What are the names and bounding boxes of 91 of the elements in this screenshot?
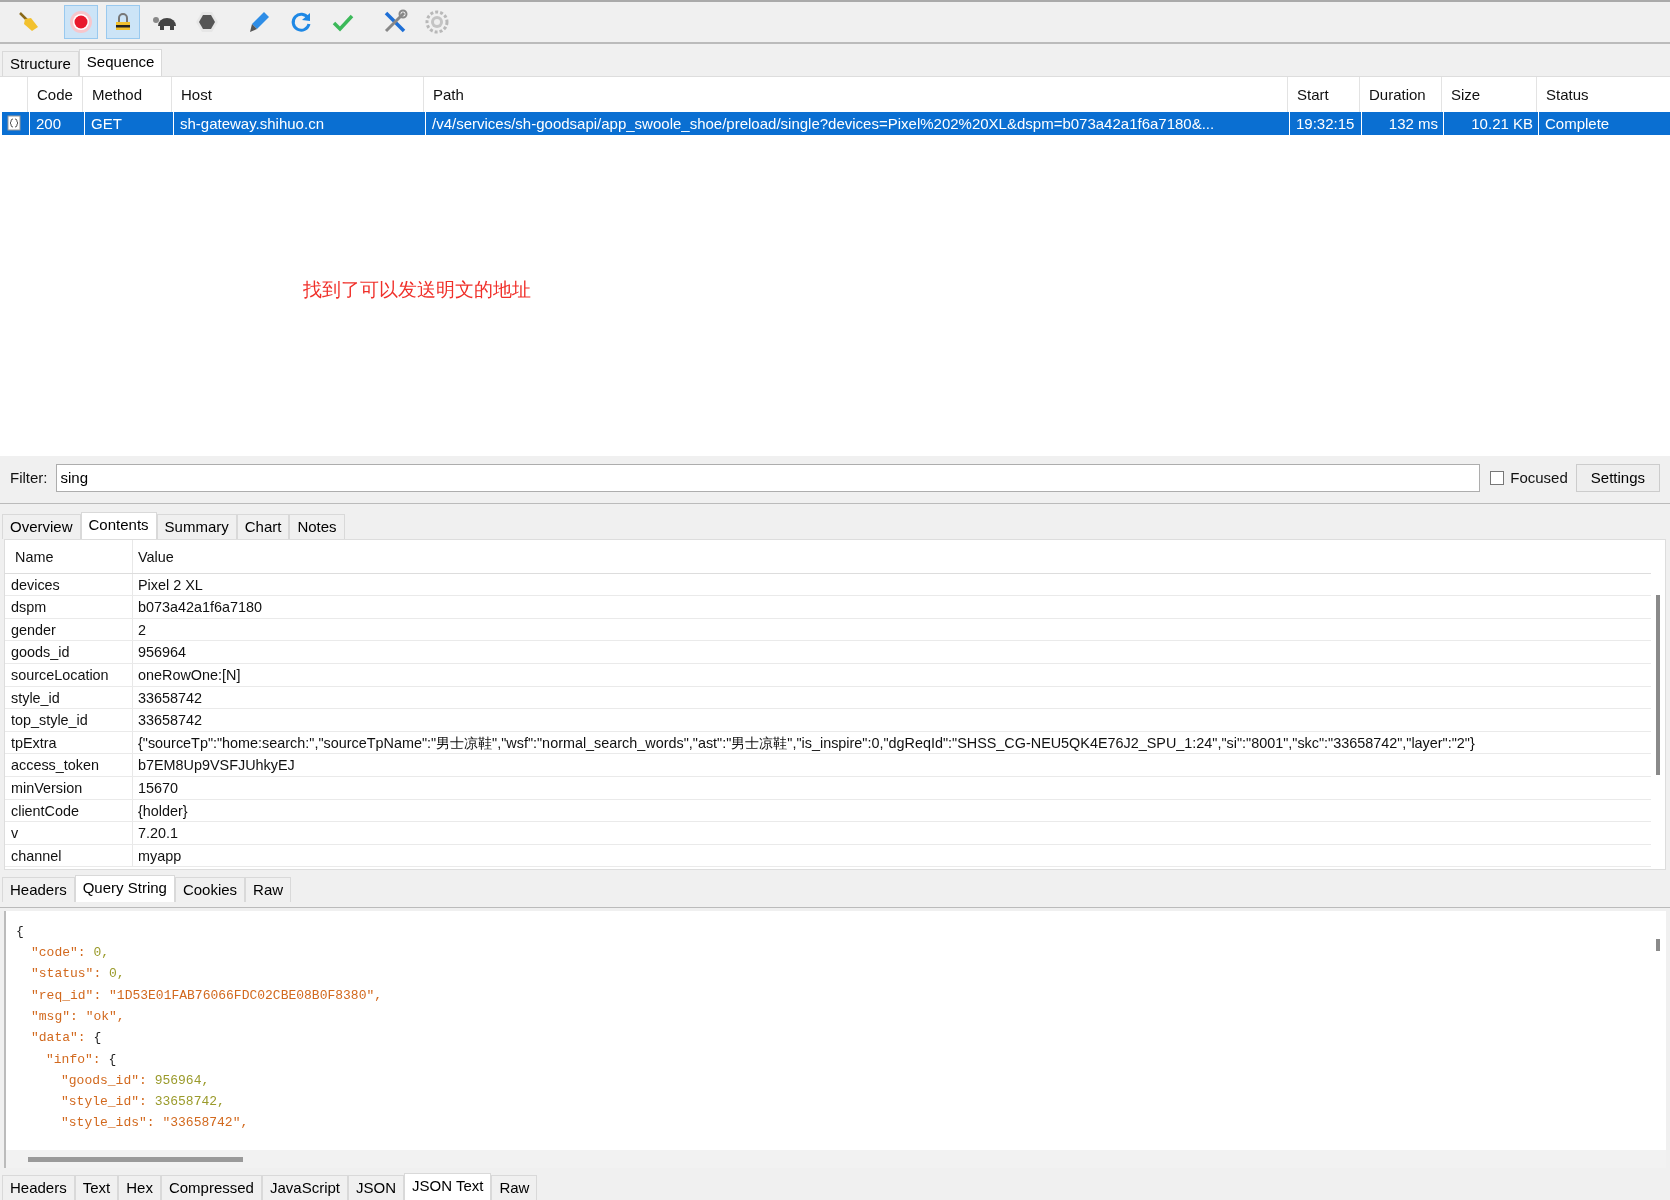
table-cell: style_id bbox=[5, 686, 133, 709]
table-cell: tpExtra bbox=[5, 731, 133, 754]
table-cell: access_token bbox=[5, 754, 133, 777]
tab[interactable]: Query String bbox=[74, 874, 175, 902]
annotation-text: 找到了可以发送明文的地址 bbox=[303, 277, 531, 302]
tab[interactable]: Compressed bbox=[160, 1175, 262, 1200]
settings-button[interactable]: Settings bbox=[1575, 463, 1660, 492]
table-cell: goods_id bbox=[5, 641, 133, 664]
table-cell: 10.21 KB bbox=[1443, 111, 1538, 135]
column-header[interactable]: Size bbox=[1441, 76, 1536, 112]
tab[interactable]: JSON Text bbox=[404, 1173, 492, 1200]
tab[interactable]: Text bbox=[74, 1175, 119, 1200]
tab[interactable]: JSON bbox=[348, 1175, 404, 1200]
table-cell: Complete bbox=[1538, 111, 1664, 135]
pen-icon bbox=[247, 9, 271, 34]
checkbox[interactable] bbox=[1490, 470, 1505, 485]
table-cell-text: 33658742 bbox=[137, 711, 203, 731]
table-cell-text: {"sourceTp":"home:search:","sourceTpName":"男士凉鞋","wsf":"normal_search_words","ast":"男士凉鞋","is_inspire":0,"dgReqId":"SHSS_CG-NEU5QK4E76J2_SPU_1:24","si":"8001","skc":"33658742","layer":"2"} bbox=[137, 733, 1475, 753]
table-cell-text: myapp bbox=[137, 846, 182, 866]
gear-icon bbox=[425, 9, 449, 34]
json-line: "data": { bbox=[31, 1029, 102, 1048]
tab[interactable]: Headers bbox=[2, 1175, 75, 1200]
tab[interactable]: Notes bbox=[289, 513, 345, 539]
table-cell: v bbox=[5, 822, 133, 844]
table-cell-text: b073a42a1f6a7180 bbox=[137, 598, 263, 618]
column-header[interactable]: Path bbox=[423, 76, 1287, 112]
tab[interactable]: Structure bbox=[2, 50, 79, 76]
json-line: "status": 0, bbox=[31, 965, 125, 984]
json-line: "goods_id": 956964, bbox=[61, 1071, 210, 1090]
table-cell-text: 7.20.1 bbox=[137, 824, 178, 844]
tab[interactable]: Overview bbox=[2, 513, 81, 539]
column-header[interactable]: Duration bbox=[1359, 76, 1441, 112]
tab[interactable]: Raw bbox=[245, 876, 292, 902]
table-cell: minVersion bbox=[5, 777, 133, 799]
stop-icon bbox=[195, 9, 219, 34]
tab[interactable]: Contents bbox=[80, 511, 157, 539]
table-cell: 19:32:15 bbox=[1289, 111, 1361, 135]
table-cell: devices bbox=[5, 573, 133, 596]
tab[interactable]: Raw bbox=[491, 1175, 538, 1200]
tab[interactable]: Headers bbox=[2, 876, 75, 902]
filter-label: Filter: bbox=[10, 469, 48, 487]
scrollbar-thumb[interactable] bbox=[1656, 594, 1660, 775]
table-cell-text: 956964 bbox=[137, 643, 187, 663]
tab[interactable]: Hex bbox=[118, 1175, 161, 1200]
json-line: "req_id": "1D53E01FAB76066FDC02CBE08B0F8380", bbox=[31, 986, 383, 1005]
column-header[interactable]: Value bbox=[133, 539, 174, 573]
table-cell: 200 bbox=[29, 111, 84, 135]
table-cell-text: Pixel 2 XL bbox=[137, 575, 203, 595]
column-header[interactable]: Start bbox=[1287, 76, 1359, 112]
table-cell-text: 2 bbox=[137, 620, 146, 640]
column-header[interactable]: Host bbox=[171, 76, 423, 112]
scrollbar-thumb[interactable] bbox=[28, 1157, 243, 1162]
table-cell: 132 ms bbox=[1361, 111, 1443, 135]
json-line: "style_id": 33658742, bbox=[61, 1093, 225, 1112]
column-header[interactable]: Method bbox=[82, 76, 171, 112]
tab[interactable]: Cookies bbox=[174, 876, 246, 902]
tab[interactable]: Chart bbox=[236, 513, 290, 539]
json-line: "msg": "ok", bbox=[31, 1007, 125, 1026]
table-cell-text: 15670 bbox=[137, 779, 179, 799]
focused-checkbox[interactable]: Focused bbox=[1490, 469, 1568, 487]
table-cell: dspm bbox=[5, 596, 133, 618]
column-header[interactable]: Name bbox=[5, 539, 133, 573]
table-cell: GET bbox=[84, 111, 173, 135]
table-cell: gender bbox=[5, 618, 133, 641]
table-cell-text: 33658742 bbox=[137, 688, 203, 708]
record-icon bbox=[69, 9, 93, 34]
table-cell: top_style_id bbox=[5, 709, 133, 731]
table-cell: /v4/services/sh-goodsapi/app_swoole_shoe/preload/single?devices=Pixel%202%20XL&dspm=b073a42a1f6a7180&... bbox=[425, 111, 1289, 135]
json-line: "code": 0, bbox=[31, 944, 110, 963]
tab[interactable]: Sequence bbox=[78, 48, 163, 76]
json-line: { bbox=[16, 922, 24, 941]
table-cell: sh-gateway.shihuo.cn bbox=[173, 111, 425, 135]
table-cell-text: {holder} bbox=[137, 801, 188, 821]
json-file-icon bbox=[7, 115, 21, 132]
tab[interactable]: Summary bbox=[156, 513, 237, 539]
column-header[interactable]: Code bbox=[27, 76, 82, 112]
table-cell: clientCode bbox=[5, 799, 133, 822]
tools-icon bbox=[382, 8, 408, 35]
tab[interactable]: JavaScript bbox=[261, 1175, 348, 1200]
column-header[interactable]: Status bbox=[1536, 76, 1662, 112]
table-cell-text: b7EM8Up9VSFJUhkyEJ bbox=[137, 756, 295, 776]
scrollbar-thumb[interactable] bbox=[1656, 938, 1660, 951]
table-cell: channel bbox=[5, 844, 133, 867]
json-line: "style_ids": "33658742", bbox=[61, 1114, 249, 1133]
json-line: "info": { bbox=[46, 1050, 117, 1069]
broom-icon bbox=[17, 9, 41, 34]
filter-field[interactable]: sing bbox=[55, 463, 1481, 492]
request-row[interactable]: 200 GET sh-gateway.shihuo.cn /v4/services/sh-goodsapi/app_swoole_shoe/preload/single?devices=Pixel%202%20XL&dspm=b073a42a1f6a7180&... 19:32:15 132 ms 10.21 KB Complete bbox=[2, 111, 1670, 135]
table-cell-text: oneRowOne:[N] bbox=[137, 666, 241, 686]
table-cell: sourceLocation bbox=[5, 664, 133, 686]
toolbar-button[interactable] bbox=[106, 4, 140, 39]
